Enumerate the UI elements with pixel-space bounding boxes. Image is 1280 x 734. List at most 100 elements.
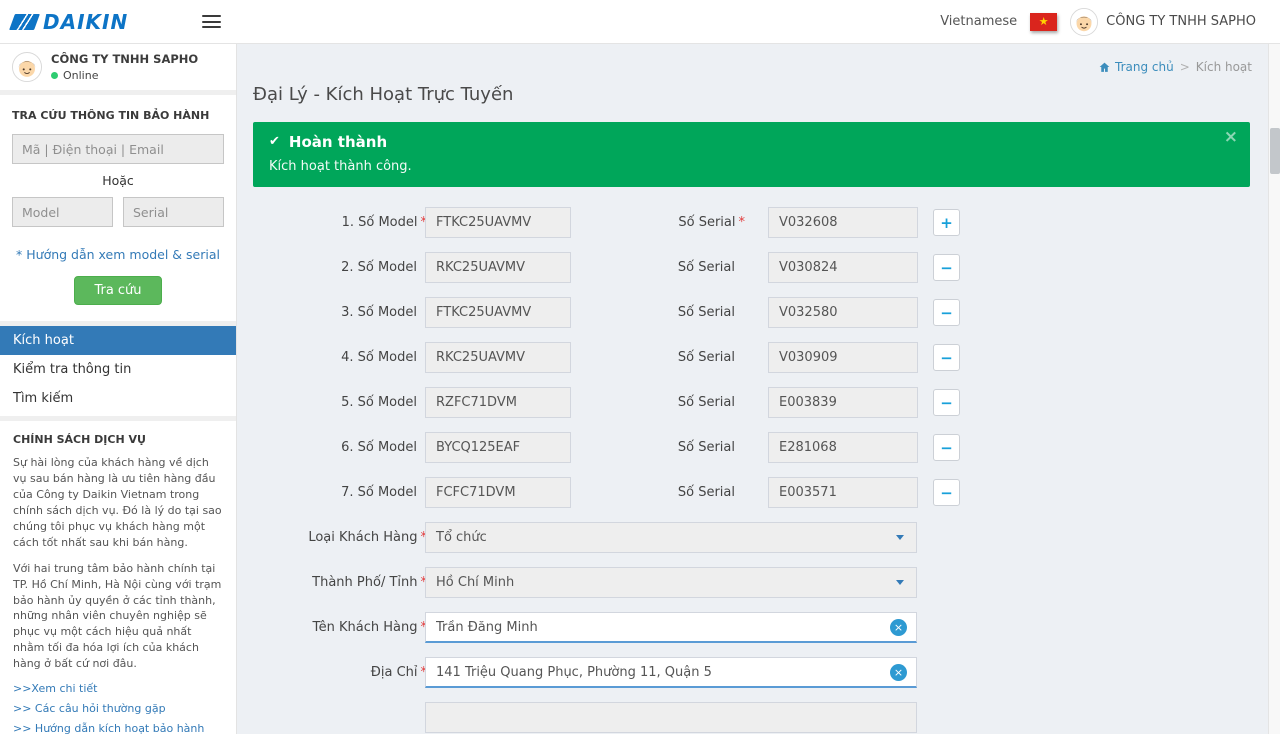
model-input[interactable]: [425, 342, 571, 373]
model-input[interactable]: [425, 477, 571, 508]
model-input[interactable]: [425, 297, 571, 328]
sidebar: CÔNG TY TNHH SAPHO Online TRA CỨU THÔNG …: [0, 44, 237, 734]
scrollbar-thumb[interactable]: [1270, 128, 1280, 174]
vietnam-flag-icon[interactable]: ★: [1030, 13, 1057, 31]
address-row: Địa Chỉ* ×: [253, 657, 1250, 688]
or-label: Hoặc: [12, 173, 224, 188]
sidebar-user-name: CÔNG TY TNHH SAPHO: [51, 52, 198, 66]
city-value: Hồ Chí Minh: [436, 575, 514, 590]
clear-input-icon[interactable]: ×: [890, 664, 907, 681]
alert-close-icon[interactable]: ×: [1224, 127, 1238, 147]
sidebar-menu-item-2[interactable]: Kiểm tra thông tin: [0, 355, 236, 384]
alert-title: Hoàn thành: [289, 133, 387, 151]
add-row-button[interactable]: +: [933, 209, 960, 236]
model-serial-guide-link[interactable]: * Hướng dẫn xem model & serial: [12, 247, 224, 262]
serial-input[interactable]: [768, 477, 918, 508]
model-row-label: 5. Số Model*: [253, 395, 425, 410]
lookup-title: TRA CỨU THÔNG TIN BẢO HÀNH: [12, 109, 224, 122]
address-label: Địa Chỉ*: [253, 665, 425, 680]
policy-link-3[interactable]: >> Hướng dẫn kích hoạt bảo hành: [13, 722, 223, 734]
customer-type-label: Loại Khách Hàng*: [253, 530, 425, 545]
policy-paragraph: Với hai trung tâm bảo hành chính tại TP.…: [13, 561, 223, 673]
model-input[interactable]: [425, 252, 571, 283]
model-row-label: 3. Số Model*: [253, 305, 425, 320]
serial-input[interactable]: [768, 252, 918, 283]
customer-type-select[interactable]: Tổ chức: [425, 522, 917, 553]
serial-row-label: Số Serial*: [571, 305, 768, 320]
customer-type-value: Tổ chức: [436, 530, 487, 545]
daikin-logo-icon: [9, 14, 40, 30]
model-input[interactable]: [425, 432, 571, 463]
city-select[interactable]: Hồ Chí Minh: [425, 567, 917, 598]
language-selector[interactable]: Vietnamese: [940, 14, 1017, 29]
remove-row-button[interactable]: −: [933, 344, 960, 371]
serial-input[interactable]: [768, 432, 918, 463]
breadcrumb: Trang chủ > Kích hoạt: [1098, 60, 1252, 74]
serial-row-label: Số Serial*: [571, 350, 768, 365]
customer-name-label: Tên Khách Hàng*: [253, 620, 425, 635]
serial-input[interactable]: [768, 207, 918, 238]
breadcrumb-current: Kích hoạt: [1196, 60, 1252, 74]
serial-required-mark: *: [739, 215, 746, 230]
model-serial-row: 4. Số Model* Số Serial* −: [253, 342, 1250, 373]
success-alert: ✔ Hoàn thành Kích hoạt thành công. ×: [253, 122, 1250, 187]
activation-form: 1. Số Model* Số Serial* + 2. Số Model* S…: [253, 207, 1250, 733]
policy-link-1[interactable]: >>Xem chi tiết: [13, 682, 223, 695]
serial-row-label: Số Serial*: [571, 260, 768, 275]
policy-links: >>Xem chi tiết >> Các câu hỏi thường gặp >…: [13, 682, 223, 734]
model-serial-row: 7. Số Model* Số Serial* −: [253, 477, 1250, 508]
model-input[interactable]: [425, 387, 571, 418]
breadcrumb-home-link[interactable]: Trang chủ: [1098, 60, 1174, 74]
model-row-label: 7. Số Model*: [253, 485, 425, 500]
remove-row-button[interactable]: −: [933, 434, 960, 461]
hamburger-menu-icon[interactable]: [202, 15, 221, 28]
sidebar-menu-item-3[interactable]: Tìm kiếm: [0, 384, 236, 413]
header-account-name: CÔNG TY TNHH SAPHO: [1106, 14, 1256, 29]
sidebar-user-card: CÔNG TY TNHH SAPHO Online: [0, 44, 236, 90]
remove-row-button[interactable]: −: [933, 389, 960, 416]
lookup-search-input[interactable]: [12, 134, 224, 164]
policy-link-2[interactable]: >> Các câu hỏi thường gặp: [13, 702, 223, 715]
city-label: Thành Phố/ Tỉnh*: [253, 575, 425, 590]
alert-message: Kích hoạt thành công.: [269, 159, 1216, 174]
vertical-scrollbar[interactable]: [1268, 44, 1280, 734]
serial-input[interactable]: [768, 342, 918, 373]
serial-lookup-input[interactable]: [123, 197, 224, 227]
model-serial-row: 5. Số Model* Số Serial* −: [253, 387, 1250, 418]
customer-name-input[interactable]: [425, 612, 917, 643]
model-serial-rows: 1. Số Model* Số Serial* + 2. Số Model* S…: [253, 207, 1250, 508]
sidebar-menu-item-1[interactable]: Kích hoạt: [0, 326, 236, 355]
user-status: Online: [51, 69, 198, 82]
app-window: DAIKIN Vietnamese ★ CÔNG TY TNHH SAPHO: [0, 0, 1280, 734]
address-input[interactable]: [425, 657, 917, 688]
policy-paragraphs: Sự hài lòng của khách hàng về dịch vụ sa…: [13, 455, 223, 672]
model-serial-row: 2. Số Model* Số Serial* −: [253, 252, 1250, 283]
clear-input-icon[interactable]: ×: [890, 619, 907, 636]
serial-input[interactable]: [768, 387, 918, 418]
serial-input[interactable]: [768, 297, 918, 328]
next-field-input[interactable]: [425, 702, 917, 733]
check-icon: ✔: [269, 134, 280, 150]
daikin-logo-text: DAIKIN: [43, 10, 128, 34]
model-row-label: 1. Số Model*: [253, 215, 425, 230]
policy-paragraph: Sự hài lòng của khách hàng về dịch vụ sa…: [13, 455, 223, 551]
model-serial-row: 6. Số Model* Số Serial* −: [253, 432, 1250, 463]
chevron-down-icon: [896, 535, 904, 540]
serial-row-label: Số Serial*: [571, 440, 768, 455]
model-input[interactable]: [425, 207, 571, 238]
serial-row-label: Số Serial*: [571, 395, 768, 410]
top-navbar: DAIKIN Vietnamese ★ CÔNG TY TNHH SAPHO: [0, 0, 1280, 44]
account-menu[interactable]: CÔNG TY TNHH SAPHO: [1070, 8, 1256, 36]
remove-row-button[interactable]: −: [933, 254, 960, 281]
model-lookup-input[interactable]: [12, 197, 113, 227]
remove-row-button[interactable]: −: [933, 479, 960, 506]
remove-row-button[interactable]: −: [933, 299, 960, 326]
alert-title-row: ✔ Hoàn thành: [269, 133, 1216, 151]
customer-type-row: Loại Khách Hàng* Tổ chức: [253, 522, 1250, 553]
lookup-search-button[interactable]: Tra cứu: [74, 276, 161, 305]
customer-name-row: Tên Khách Hàng* ×: [253, 612, 1250, 643]
model-row-label: 4. Số Model*: [253, 350, 425, 365]
home-icon: [1098, 61, 1111, 74]
online-status-icon: [51, 72, 58, 79]
serial-row-label: Số Serial*: [571, 215, 768, 230]
